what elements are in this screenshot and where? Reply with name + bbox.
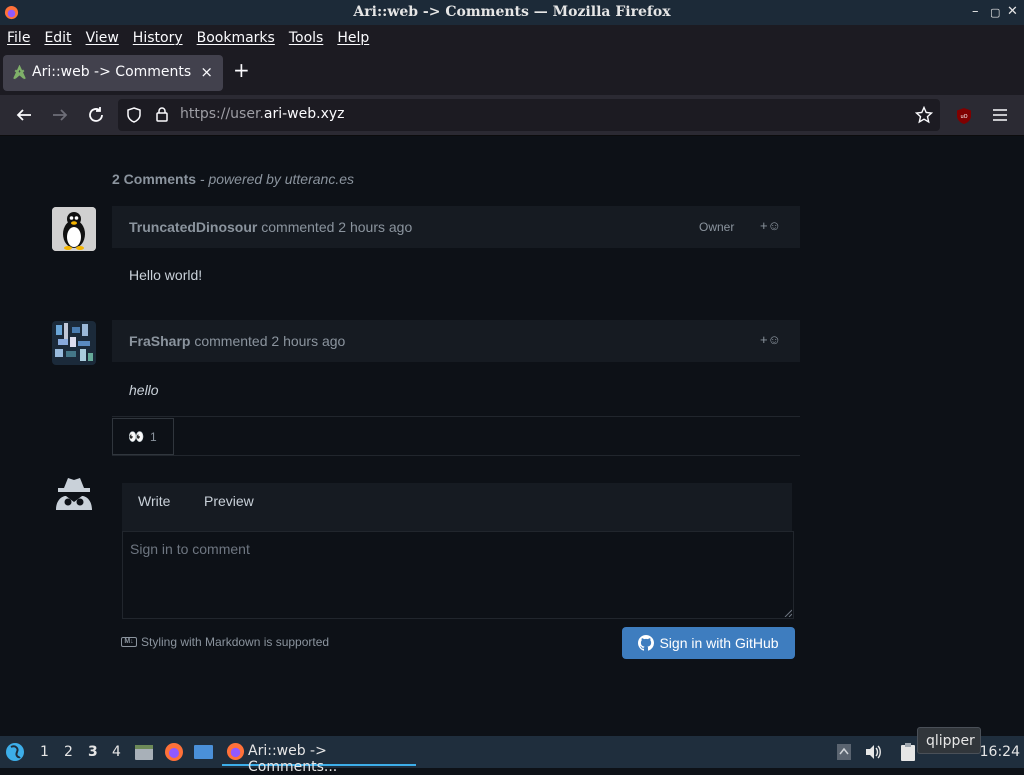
tab-preview[interactable]: Preview [204, 493, 254, 509]
reactions-bar [112, 416, 800, 456]
sign-in-github-button[interactable]: Sign in with GitHub [622, 627, 795, 659]
reaction-count: 1 [150, 430, 157, 444]
page-content: 2 Comments - powered by utteranc.es Trun… [0, 136, 1024, 736]
task-label: Ari::web -> Comments... [248, 743, 338, 775]
clipboard-icon[interactable] [899, 742, 917, 762]
resize-handle-icon[interactable] [784, 609, 792, 617]
tab-strip: Ari::web -> Comments × [0, 50, 1024, 95]
svg-text:uO: uO [960, 114, 967, 120]
owner-badge: Owner [699, 220, 735, 234]
navigation-bar: https://user.ari-web.xyz uO [0, 95, 1024, 136]
comment-2-body: hello [129, 382, 159, 398]
markdown-hint-text: Styling with Markdown is supported [141, 635, 330, 649]
url-bar[interactable]: https://user.ari-web.xyz [118, 99, 940, 131]
comment-1: TruncatedDinosour commented 2 hours ago … [112, 206, 800, 296]
menu-edit[interactable]: Edit [44, 30, 71, 46]
powered-by-text[interactable]: - powered by utteranc.es [200, 171, 354, 187]
site-favicon-icon [13, 65, 26, 80]
tab-title: Ari::web -> Comments [32, 64, 192, 80]
tab-write[interactable]: Write [138, 493, 170, 509]
lock-icon[interactable] [154, 106, 170, 123]
add-reaction-button-2[interactable]: +☺ [760, 332, 781, 347]
taskbar: 1 2 3 4 Ari::web -> Comments... 16:24 [0, 736, 1024, 775]
github-icon [638, 635, 655, 651]
comment-1-body: Hello world! [129, 267, 203, 283]
menu-file[interactable]: File [7, 30, 30, 46]
menu-bookmarks[interactable]: Bookmarks [197, 30, 275, 46]
desktop-4[interactable]: 4 [112, 744, 121, 760]
comment-2-header: FraSharp commented 2 hours ago +☺ [112, 320, 800, 362]
forward-icon[interactable] [49, 104, 71, 126]
desktop-3[interactable]: 3 [88, 744, 98, 760]
avatar-truncateddinosour[interactable] [52, 207, 96, 251]
comment-2-author[interactable]: FraSharp [129, 333, 190, 349]
desktop-1[interactable]: 1 [40, 744, 49, 760]
add-reaction-button-1[interactable]: +☺ [760, 218, 781, 233]
menu-bar: File Edit View History Bookmarks Tools H… [0, 25, 1024, 50]
taskbar-firefox-window[interactable]: Ari::web -> Comments... [222, 738, 416, 775]
comment-textarea[interactable]: Sign in to comment [122, 531, 794, 619]
url-prefix: https://user. [180, 106, 264, 122]
app-launcher-icon[interactable] [5, 742, 25, 762]
window-title: Ari::web -> Comments — Mozilla Firefox [353, 4, 671, 20]
back-icon[interactable] [13, 104, 35, 126]
ublock-origin-icon[interactable]: uO [955, 107, 973, 125]
minimize-button[interactable]: – [972, 4, 979, 19]
markdown-hint[interactable]: M↓ Styling with Markdown is supported [121, 635, 329, 649]
comment-1-header: TruncatedDinosour commented 2 hours ago … [112, 206, 800, 248]
comment-1-time[interactable]: commented 2 hours ago [261, 219, 412, 235]
pixel-avatar-icon [52, 321, 96, 365]
tux-penguin-icon [52, 207, 96, 251]
comment-placeholder: Sign in to comment [130, 541, 250, 557]
new-tab-button[interactable]: + [233, 58, 250, 82]
menu-view[interactable]: View [86, 30, 119, 46]
tray-arrow-icon[interactable] [836, 743, 852, 761]
sign-in-label: Sign in with GitHub [659, 635, 779, 651]
comment-2-author-line: FraSharp commented 2 hours ago [129, 333, 345, 349]
firefox-task-icon [226, 742, 245, 761]
avatar-frasharp[interactable] [52, 321, 96, 365]
qlipper-tooltip: qlipper [917, 727, 981, 754]
comment-2: FraSharp commented 2 hours ago +☺ hello [112, 320, 800, 416]
comments-header: 2 Comments - powered by utteranc.es [112, 171, 354, 187]
editor-tabs: Write Preview [122, 483, 792, 531]
comment-2-time[interactable]: commented 2 hours ago [194, 333, 345, 349]
hamburger-menu-icon[interactable] [989, 104, 1011, 126]
close-window-button[interactable]: ✕ [1007, 4, 1018, 19]
menu-help[interactable]: Help [337, 30, 369, 46]
desktop-2[interactable]: 2 [64, 744, 73, 760]
maximize-button[interactable]: ▢ [990, 6, 1000, 19]
comments-count: 2 Comments [112, 171, 197, 187]
tab-close-icon[interactable]: × [200, 63, 213, 81]
window-titlebar: Ari::web -> Comments — Mozilla Firefox –… [0, 0, 1024, 25]
url-text[interactable]: https://user.ari-web.xyz [180, 106, 345, 122]
menu-history[interactable]: History [133, 30, 183, 46]
tab-comments[interactable]: Ari::web -> Comments × [3, 55, 223, 91]
url-domain: ari-web.xyz [263, 106, 345, 122]
reaction-eyes-button[interactable]: 👀 1 [112, 418, 174, 455]
show-desktop-icon[interactable] [193, 743, 214, 761]
eyes-icon: 👀 [128, 429, 145, 444]
bookmark-star-icon[interactable] [915, 106, 933, 124]
comment-1-author[interactable]: TruncatedDinosour [129, 219, 257, 235]
file-manager-icon[interactable] [134, 743, 154, 761]
clock[interactable]: 16:24 [980, 744, 1020, 760]
markdown-icon: M↓ [121, 637, 137, 647]
menu-tools[interactable]: Tools [289, 30, 324, 46]
anonymous-user-icon [56, 478, 92, 510]
comment-1-author-line: TruncatedDinosour commented 2 hours ago [129, 219, 412, 235]
shield-icon[interactable] [126, 107, 142, 123]
volume-icon[interactable] [864, 743, 882, 761]
reload-icon[interactable] [85, 104, 107, 126]
firefox-launcher-icon[interactable] [164, 742, 184, 762]
